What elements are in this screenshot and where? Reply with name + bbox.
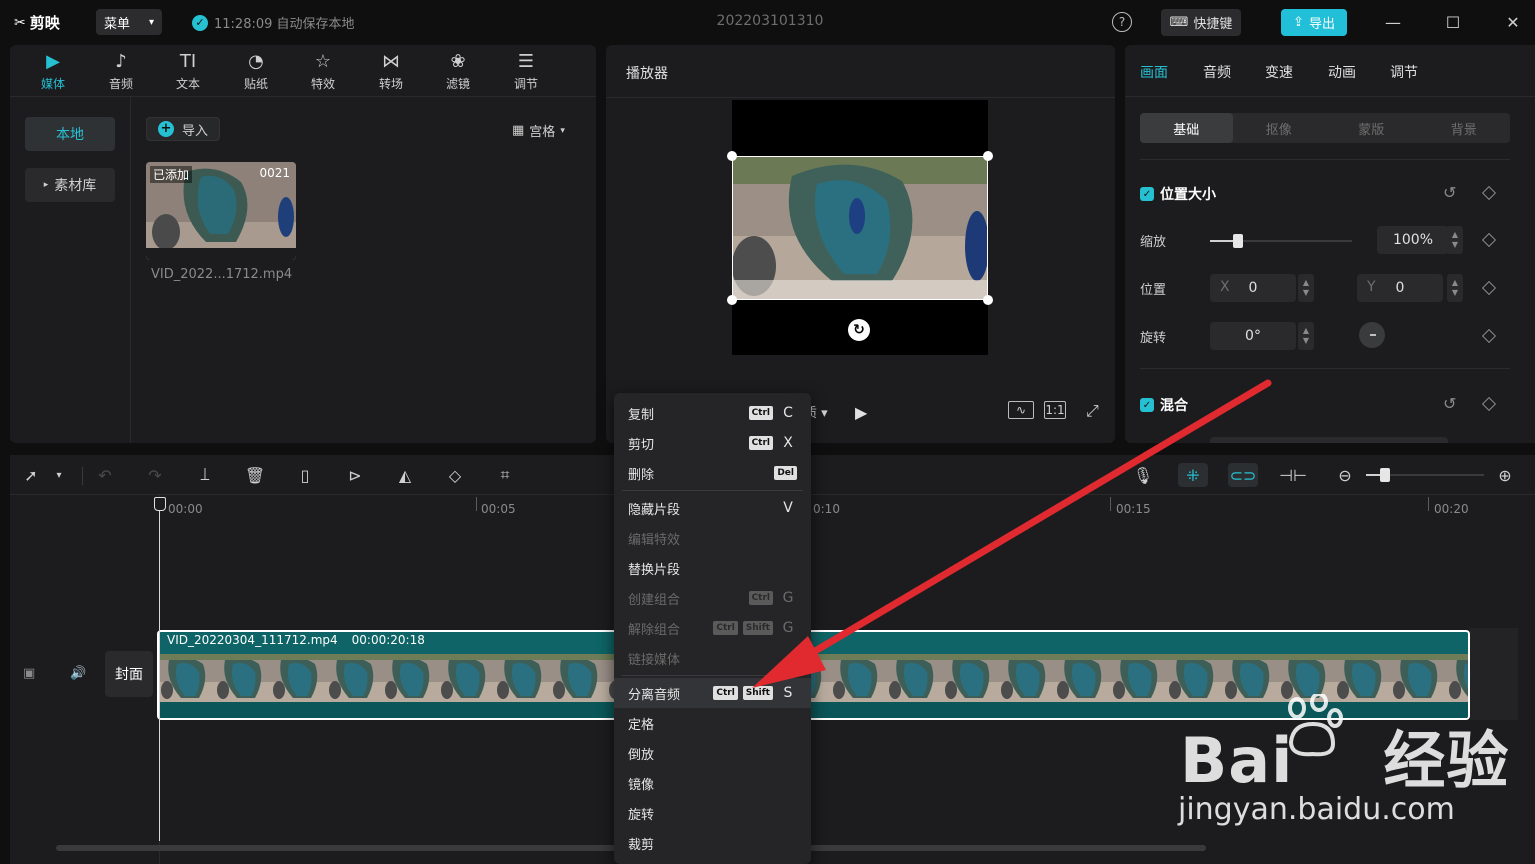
watermark-url: jingyan.baidu.com bbox=[1178, 792, 1455, 827]
arrow-head bbox=[752, 636, 826, 688]
watermark-brand: Bai 经验 bbox=[1180, 710, 1509, 800]
arrow-shaft bbox=[796, 379, 1272, 664]
watermark-brand-cn: 经验 bbox=[1383, 724, 1510, 797]
watermark-brand-text: Bai bbox=[1180, 724, 1294, 797]
